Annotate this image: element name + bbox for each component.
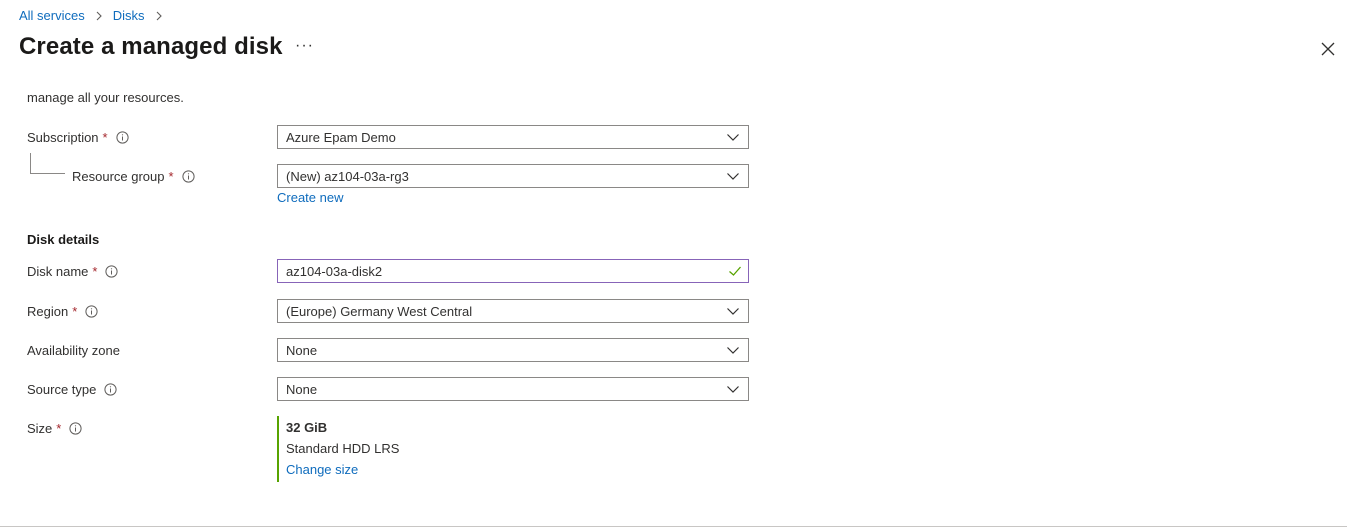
availability-zone-value: None (286, 342, 318, 358)
info-icon[interactable] (116, 130, 129, 144)
chevron-down-icon (727, 134, 739, 141)
availability-zone-dropdown[interactable]: None (277, 338, 749, 362)
resource-group-label: Resource group * (72, 166, 195, 186)
size-label-text: Size (27, 420, 53, 436)
required-mark: * (102, 129, 108, 145)
chevron-right-icon (156, 11, 162, 20)
size-label: Size * (27, 418, 82, 438)
create-new-link[interactable]: Create new (277, 190, 343, 205)
info-icon[interactable] (181, 169, 195, 183)
chevron-down-icon (727, 347, 739, 354)
tree-connector (30, 153, 65, 174)
required-mark: * (168, 168, 174, 184)
resource-group-label-text: Resource group (72, 168, 165, 184)
page-title: Create a managed disk (19, 33, 283, 60)
availability-zone-label: Availability zone (27, 340, 120, 360)
subscription-label: Subscription * (27, 127, 129, 147)
size-summary: 32 GiB Standard HDD LRS Change size (277, 416, 399, 482)
resource-group-dropdown[interactable]: (New) az104-03a-rg3 (277, 164, 749, 188)
availability-zone-label-text: Availability zone (27, 342, 120, 358)
breadcrumb-all-services[interactable]: All services (19, 8, 85, 23)
breadcrumb-disks[interactable]: Disks (113, 8, 145, 23)
region-label: Region * (27, 301, 98, 321)
size-sku: Standard HDD LRS (286, 441, 400, 456)
disk-name-label: Disk name * (27, 261, 119, 281)
footer-divider (0, 526, 1347, 527)
required-mark: * (56, 420, 62, 436)
disk-details-heading: Disk details (27, 232, 100, 247)
region-dropdown[interactable]: (Europe) Germany West Central (277, 299, 749, 323)
region-label-text: Region (27, 303, 69, 319)
disk-name-value: az104-03a-disk2 (286, 263, 383, 279)
chevron-down-icon (727, 308, 739, 315)
region-value: (Europe) Germany West Central (286, 303, 473, 319)
required-mark: * (72, 303, 78, 319)
intro-text: manage all your resources. (27, 90, 184, 105)
close-icon[interactable] (1319, 40, 1337, 58)
chevron-down-icon (727, 173, 739, 180)
source-type-value: None (286, 381, 318, 397)
change-size-link[interactable]: Change size (286, 462, 399, 477)
source-type-label-text: Source type (27, 381, 97, 397)
disk-name-label-text: Disk name (27, 263, 89, 279)
chevron-down-icon (727, 386, 739, 393)
resource-group-value: (New) az104-03a-rg3 (286, 168, 409, 184)
disk-name-input[interactable]: az104-03a-disk2 (277, 259, 749, 283)
info-icon[interactable] (85, 304, 98, 318)
source-type-label: Source type (27, 379, 117, 399)
checkmark-icon (729, 266, 741, 276)
subscription-dropdown[interactable]: Azure Epam Demo (277, 125, 749, 149)
source-type-dropdown[interactable]: None (277, 377, 749, 401)
subscription-value: Azure Epam Demo (286, 129, 396, 145)
info-icon[interactable] (69, 421, 82, 435)
size-value: 32 GiB (286, 420, 328, 435)
info-icon[interactable] (105, 264, 119, 278)
chevron-right-icon (96, 11, 102, 20)
breadcrumb: All services Disks (19, 8, 173, 23)
more-icon[interactable]: ··· (295, 37, 314, 55)
required-mark: * (92, 263, 98, 279)
subscription-label-text: Subscription (27, 129, 99, 145)
info-icon[interactable] (104, 382, 117, 396)
